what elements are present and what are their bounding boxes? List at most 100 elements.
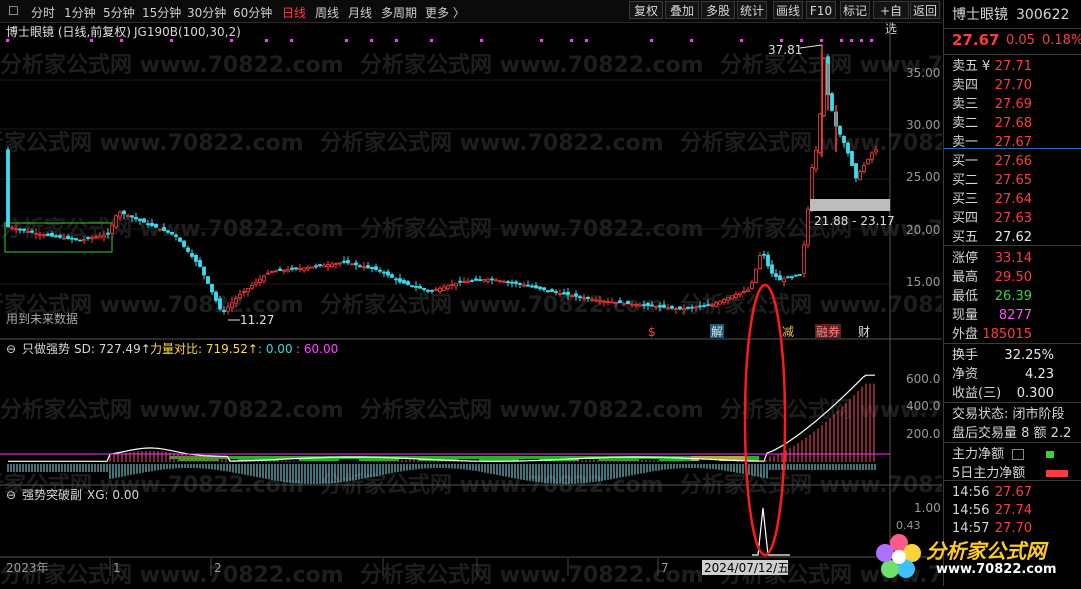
bid4-price: 27.63 [994, 211, 1032, 226]
period-daily[interactable]: 日线 [282, 4, 306, 21]
candle-body [490, 278, 494, 281]
sub1-tick-400: 400.0 [906, 399, 940, 413]
candle-body [586, 297, 590, 299]
candle-body [558, 293, 562, 295]
candle-body [630, 303, 634, 306]
event-marker-unlock[interactable]: 解 [711, 325, 723, 339]
candle-body [814, 149, 818, 170]
candle-body [522, 284, 526, 287]
candle-body [222, 310, 226, 312]
marker-dot [860, 39, 863, 42]
marker-dot [870, 39, 873, 42]
candle-body [582, 297, 586, 300]
mark-button[interactable]: 标记 [840, 1, 870, 19]
event-marker-finance[interactable]: 财 [858, 325, 870, 339]
collapse-icon[interactable]: ⊖ [6, 342, 16, 356]
watermark-text: 分析家公式网 www.70822.com [0, 52, 344, 78]
marker-dot [650, 39, 653, 42]
candle-body [234, 298, 238, 304]
limit-up-label: 涨停 [952, 251, 979, 266]
tick-time-1: 14:56 [952, 485, 990, 500]
candle-body [198, 260, 202, 267]
candle-body [438, 287, 442, 292]
candle-body [570, 295, 574, 298]
candle-body [214, 291, 218, 301]
candle-body [18, 228, 22, 231]
limit-up-value: 33.14 [994, 251, 1032, 266]
candle-body [290, 267, 294, 270]
period-fenshi[interactable]: 分时 [31, 4, 55, 21]
period-15min[interactable]: 15分钟 [142, 4, 181, 21]
add-watchlist-button[interactable]: +自选 [873, 1, 909, 36]
period-more[interactable]: 更多 〉 [425, 4, 465, 21]
range-label: 21.88 - 23.17 [814, 214, 895, 228]
stats-button[interactable]: 统计 [737, 1, 767, 19]
candle-body [270, 270, 274, 273]
period-weekly[interactable]: 周线 [315, 4, 339, 21]
list-icon[interactable] [1012, 449, 1024, 460]
volume-now-value: 8277 [998, 308, 1032, 323]
candle-body [306, 266, 310, 270]
multi-stock-button[interactable]: 多股 [701, 1, 735, 19]
sub1-sd: SD: 727.49↑ [74, 342, 151, 356]
period-60min[interactable]: 60分钟 [233, 4, 272, 21]
overlay-button[interactable]: 叠加 [665, 1, 699, 19]
fuquan-button[interactable]: 复权 [629, 1, 663, 19]
candle-body [854, 163, 858, 179]
marker-dot [230, 39, 233, 42]
checkbox-icon[interactable]: ☐ [8, 4, 19, 18]
ask5-price: 27.71 [994, 59, 1032, 74]
period-multi[interactable]: 多周期 [381, 4, 417, 21]
watermark-text: 分析家公式网 www.70822.com [360, 397, 704, 423]
candle-body [50, 232, 54, 237]
candle-body [610, 301, 614, 304]
marker-dot [740, 39, 743, 42]
candle-body [702, 305, 706, 308]
candle-body [238, 294, 242, 298]
back-button[interactable]: 返回 [910, 1, 940, 19]
candle-body [414, 285, 418, 288]
ask4-label: 卖四 [952, 78, 979, 93]
candle-body [258, 278, 262, 283]
candle-body [66, 235, 70, 239]
candle-body [690, 306, 694, 309]
candle-body [42, 234, 46, 237]
candle-body [74, 238, 78, 241]
candle-body [426, 289, 430, 292]
event-marker-reduce[interactable]: 减 [782, 325, 794, 339]
kline-chart-area[interactable]: 分析家公式网 www.70822.com 分析家公式网 www.70822.com… [0, 21, 1064, 588]
sub2-tick-1: 1.00 [914, 501, 941, 515]
period-1min[interactable]: 1分钟 [64, 4, 96, 21]
high-value: 29.50 [994, 270, 1032, 285]
collapse-icon-2[interactable]: ⊖ [6, 488, 16, 502]
sub1-v1: : 0.00 [258, 342, 293, 356]
candle-body [650, 304, 654, 307]
kline-chart[interactable]: 分析家公式网 www.70822.com 分析家公式网 www.70822.com… [0, 21, 1064, 588]
candle-body [802, 244, 806, 274]
period-monthly[interactable]: 月线 [348, 4, 372, 21]
candle-body [494, 279, 498, 282]
bid1-price: 27.66 [994, 154, 1032, 169]
candle-body [662, 304, 666, 308]
candle-body [862, 165, 866, 172]
yen-icon: ¥ [982, 59, 991, 74]
period-5min[interactable]: 5分钟 [103, 4, 135, 21]
draw-line-button[interactable]: 画线 [773, 1, 803, 19]
candle-body [142, 218, 146, 223]
marker-dot [430, 39, 433, 42]
candle-body [594, 299, 598, 302]
turnover-value: 32.25% [1004, 348, 1054, 363]
marker-dot [690, 39, 693, 42]
candle-body [62, 237, 66, 240]
candle-body [758, 255, 762, 269]
candle-body [554, 291, 558, 293]
candle-body [202, 266, 206, 276]
price-change: 0.05 [1006, 33, 1035, 48]
period-30min[interactable]: 30分钟 [187, 4, 226, 21]
volume-now-label: 现量 [952, 308, 979, 323]
f10-button[interactable]: F10 [806, 1, 836, 19]
event-marker-dollar[interactable]: $ [648, 325, 656, 339]
flower-icon [876, 534, 921, 578]
bid2-label: 买二 [952, 173, 979, 188]
event-marker-margin[interactable]: 融券 [816, 324, 840, 339]
